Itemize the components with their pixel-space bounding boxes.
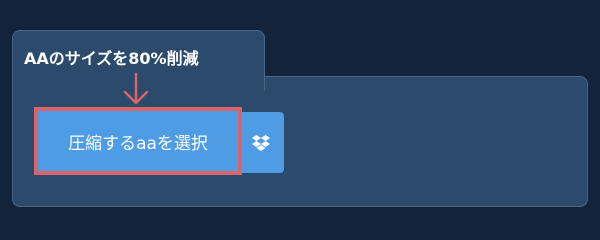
select-file-label: 圧縮するaaを選択 [68, 133, 208, 154]
arrow-down-icon [123, 72, 149, 105]
tab-title: AAのサイズを80%削減 [24, 49, 199, 68]
select-file-button[interactable]: 圧縮するaaを選択 [34, 107, 242, 175]
dropbox-button[interactable] [238, 112, 284, 173]
dropbox-icon [252, 134, 270, 151]
